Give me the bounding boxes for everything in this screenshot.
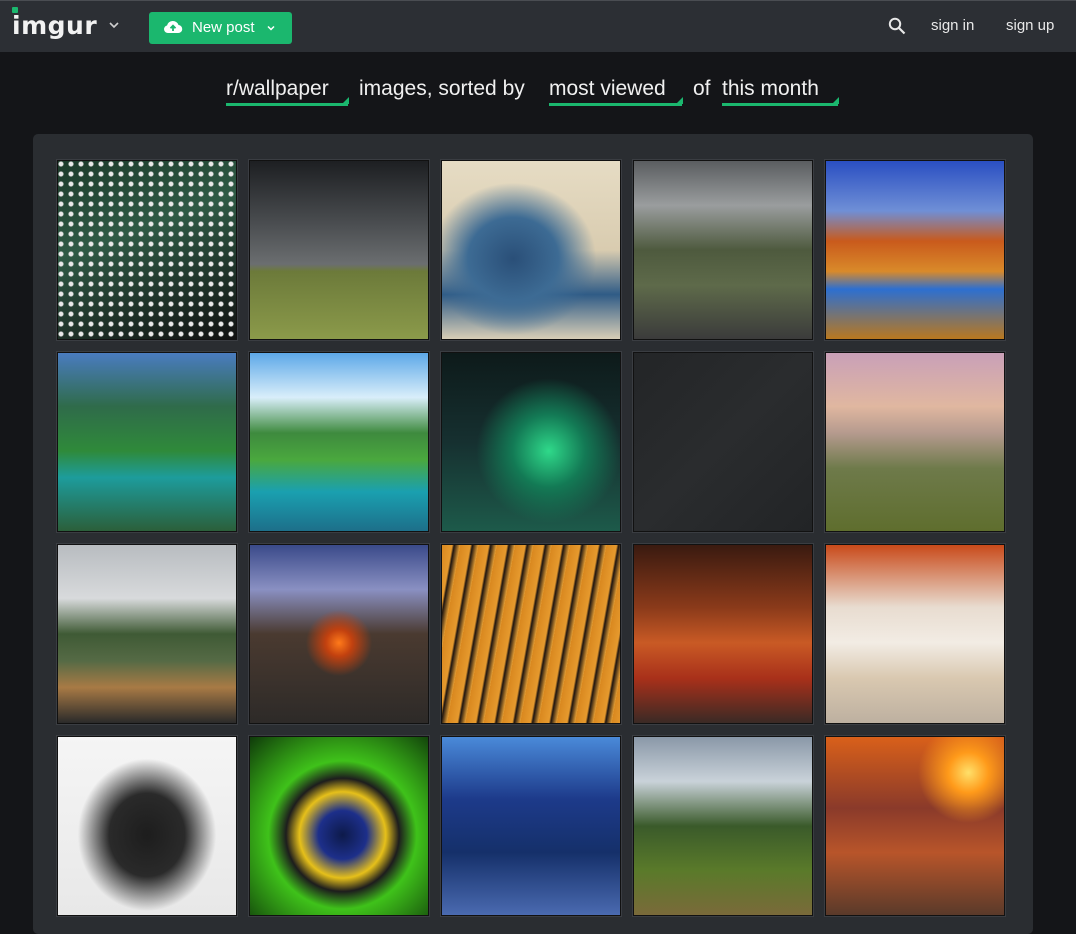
gallery-thumbnail-tiger[interactable]: [440, 543, 622, 725]
gallery-thumbnail-waterfall-lake[interactable]: [248, 351, 430, 533]
gallery-thumbnail-misty-hills[interactable]: [824, 351, 1006, 533]
sort-selector[interactable]: most viewed: [549, 76, 683, 106]
subreddit-selector[interactable]: r/wallpaper: [226, 76, 349, 106]
sign-in-link[interactable]: sign in: [931, 17, 974, 34]
period-selector[interactable]: this month: [722, 76, 839, 106]
gallery-thumbnail-park-bench-autumn[interactable]: [824, 543, 1006, 725]
gallery-thumbnail-cpu-pins[interactable]: [56, 159, 238, 341]
gallery-thumbnail-blue-dog[interactable]: [440, 735, 622, 917]
top-navigation-bar: imgur New post sign in sign up: [0, 0, 1076, 52]
sort-label: most viewed: [549, 77, 666, 100]
gallery-thumbnail-airplane-hangar[interactable]: [632, 159, 814, 341]
gallery-thumbnail-green-dark-creature[interactable]: [440, 351, 622, 533]
subreddit-label: r/wallpaper: [226, 77, 329, 100]
sign-up-link[interactable]: sign up: [1006, 17, 1054, 34]
imgur-logo[interactable]: imgur: [12, 11, 97, 40]
gallery-thumbnail-red-forest[interactable]: [632, 543, 814, 725]
search-icon[interactable]: [888, 17, 906, 35]
period-label: this month: [722, 77, 819, 100]
gallery-heading: r/wallpaper images, sorted by most viewe…: [0, 76, 1076, 110]
gallery-thumbnail-rock-sunset[interactable]: [824, 735, 1006, 917]
gallery-thumbnail-great-wave[interactable]: [440, 159, 622, 341]
new-post-label: New post: [192, 19, 255, 36]
cloud-upload-icon: [164, 20, 183, 34]
gallery-thumbnail-autumn-river[interactable]: [824, 159, 1006, 341]
heading-text: images, sorted by: [359, 77, 525, 100]
gallery-thumbnail-mountain-lake[interactable]: [56, 351, 238, 533]
new-post-button[interactable]: New post: [149, 12, 292, 44]
gallery-thumbnail-dog-car-window[interactable]: [56, 543, 238, 725]
chevron-down-icon: [267, 25, 275, 31]
gallery-thumbnail-rock-arch-sunset[interactable]: [248, 543, 430, 725]
gallery-thumbnail-dark-texture[interactable]: [632, 351, 814, 533]
gallery-thumbnail-black-puppy[interactable]: [56, 735, 238, 917]
heading-text-of: of: [693, 77, 711, 100]
gallery-thumbnail-green-eye[interactable]: [248, 735, 430, 917]
gallery-thumbnail-storm-clouds-field[interactable]: [248, 159, 430, 341]
chevron-down-icon[interactable]: [108, 19, 120, 31]
gallery-thumbnail-forest-path[interactable]: [632, 735, 814, 917]
